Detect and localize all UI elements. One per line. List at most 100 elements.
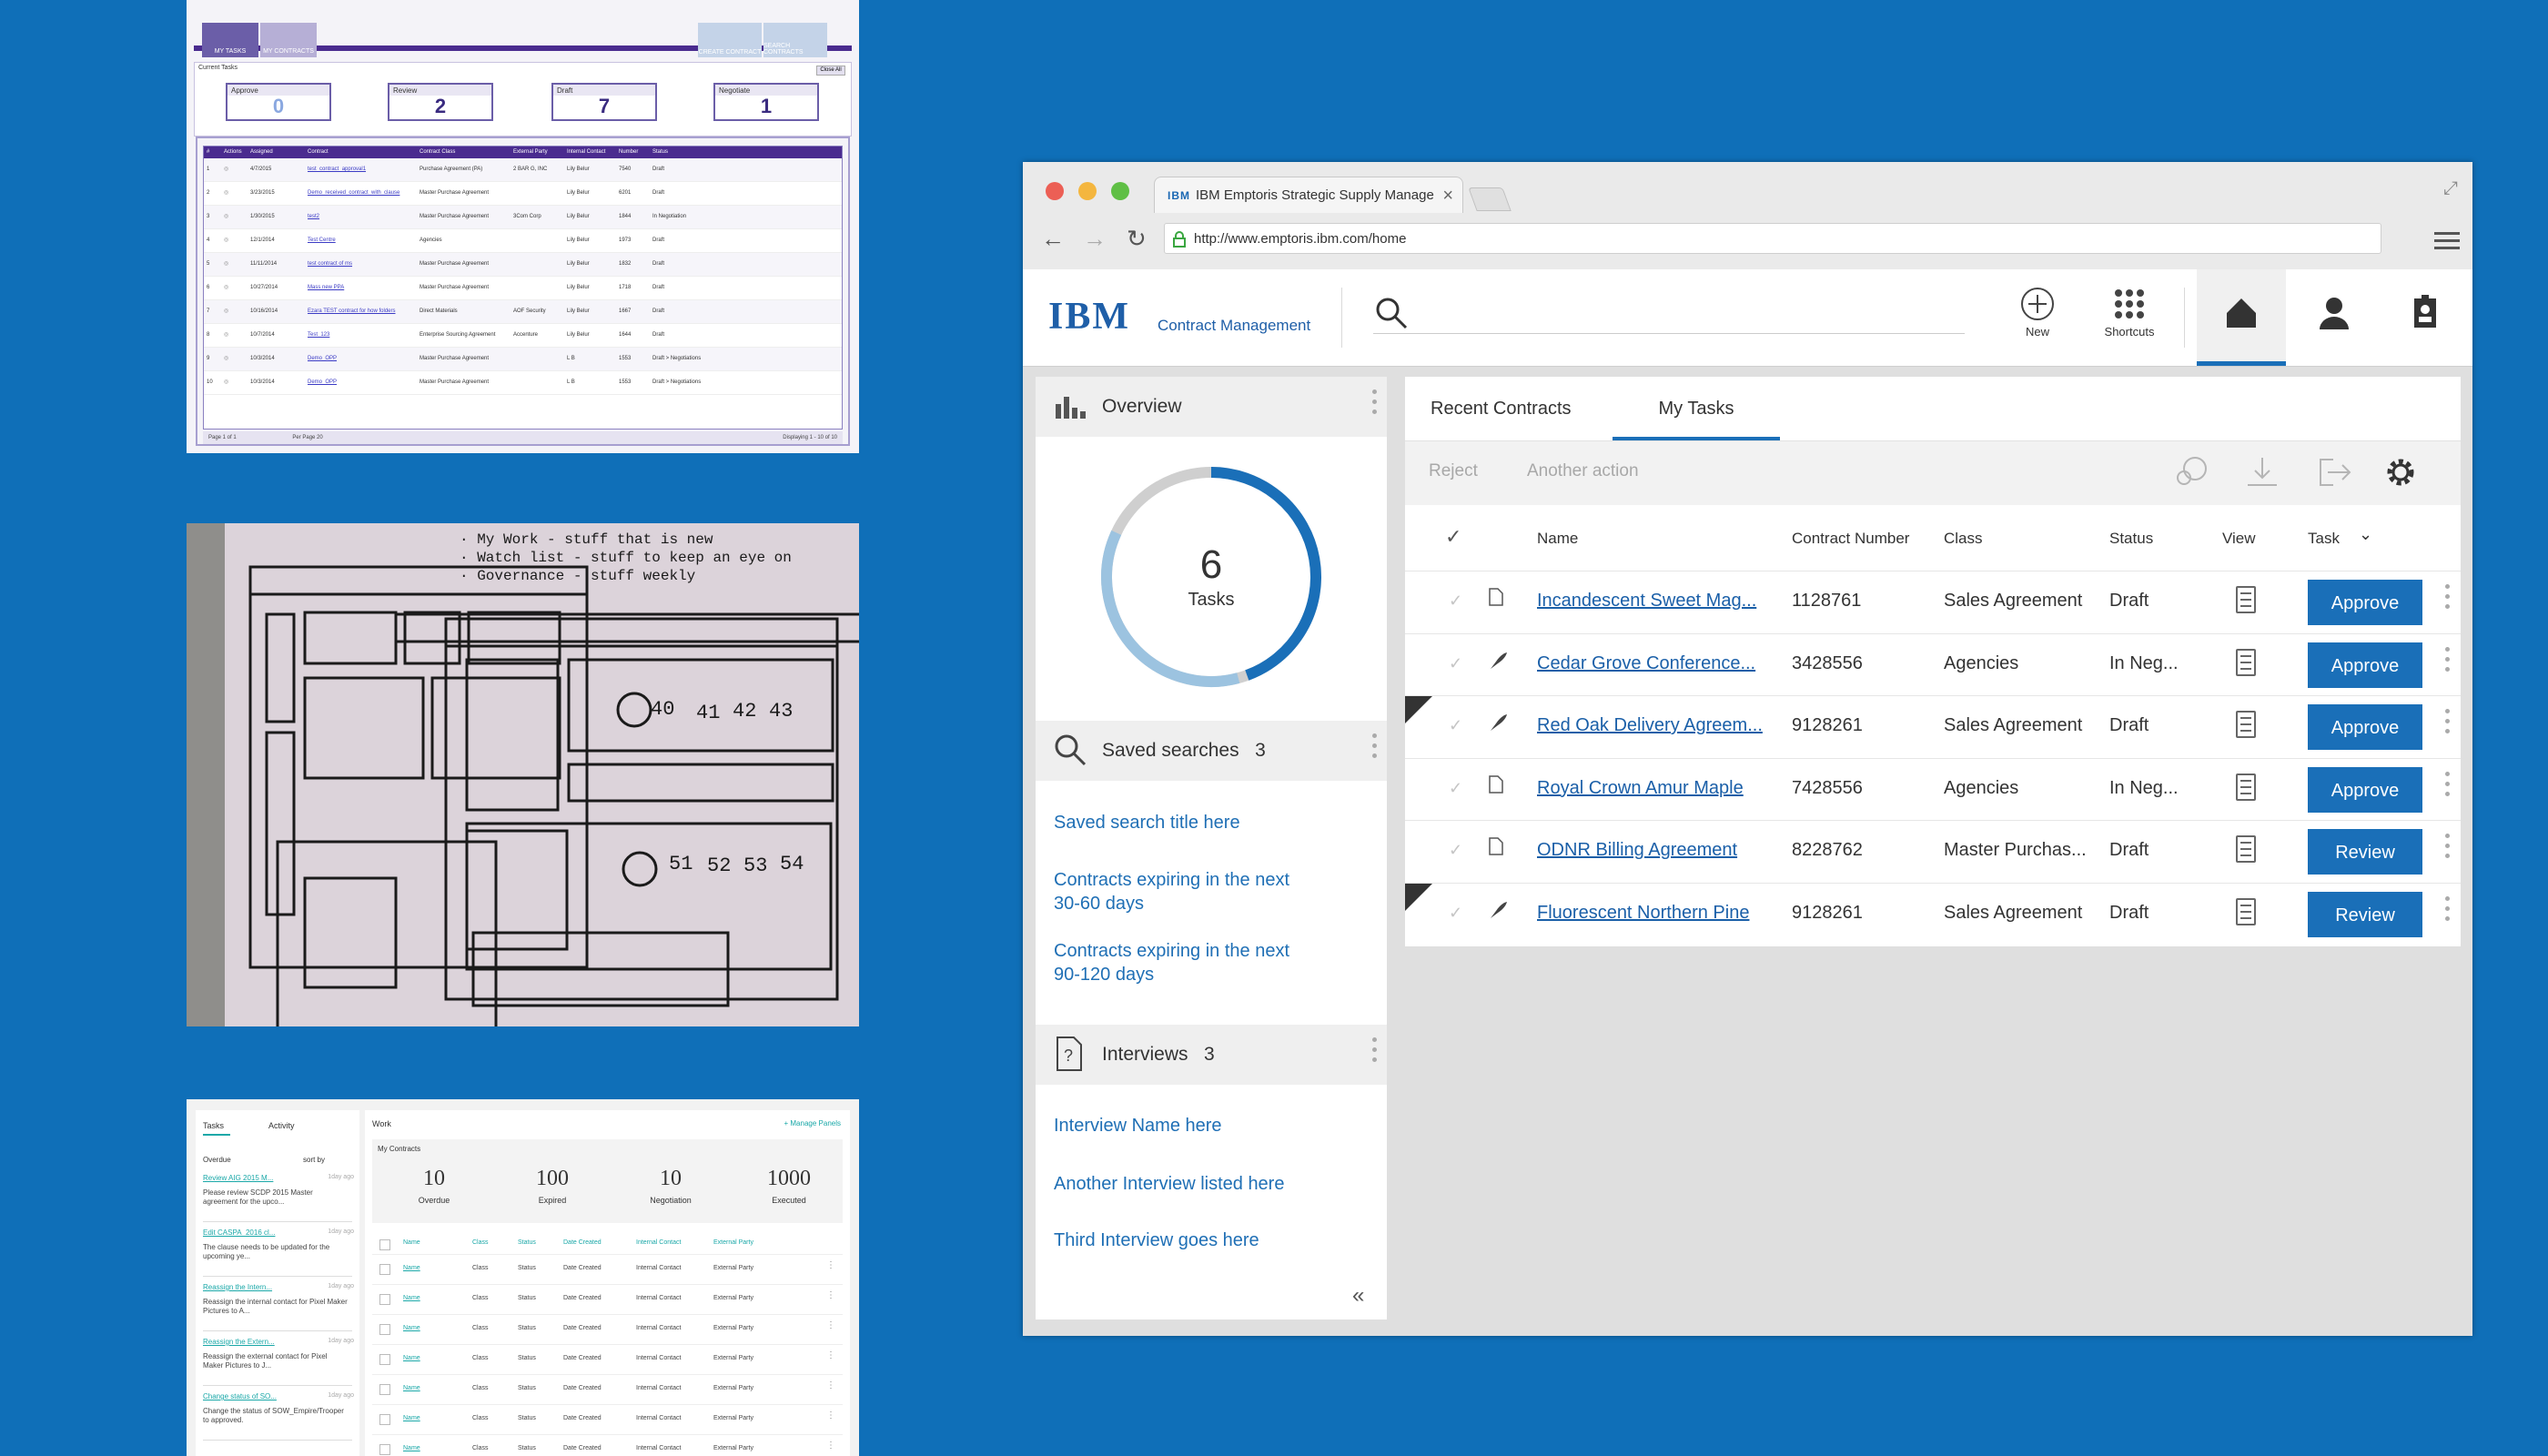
legacy-contract-link[interactable]: Ezara TEST contract for how folders — [305, 300, 417, 323]
contract-name-link[interactable]: Incandescent Sweet Mag... — [1537, 591, 1756, 612]
legacy-actions-icon[interactable]: ◎ — [221, 182, 248, 205]
variant-table-row[interactable]: Name Class Status Date Created Internal Cont… — [372, 1344, 843, 1374]
legacy-col-header[interactable]: Internal Contact — [564, 147, 616, 158]
variant-table-row[interactable]: Name Class Status Date Created Internal Cont… — [372, 1404, 843, 1434]
legacy-table-row[interactable]: 7 ◎ 10/16/2014 Ezara TEST contract for how … — [204, 300, 842, 324]
tab-recent-contracts[interactable]: Recent Contracts — [1431, 377, 1572, 440]
chevron-down-icon[interactable]: ⌄ — [2359, 525, 2372, 544]
view-document-icon[interactable] — [2236, 773, 2256, 801]
legacy-col-header[interactable]: Actions — [221, 147, 248, 158]
task-row[interactable]: ✓ Royal Crown Amur Maple 7428556 Agencies In… — [1405, 757, 2461, 821]
task-row[interactable]: ✓ Cedar Grove Conference... 3428556 Agencie… — [1405, 632, 2461, 696]
task-action-button[interactable]: Approve — [2308, 704, 2422, 751]
legacy-actions-icon[interactable]: ◎ — [221, 253, 248, 276]
legacy-actions-icon[interactable]: ◎ — [221, 277, 248, 299]
row-menu-icon[interactable] — [2445, 834, 2450, 864]
legacy-tab-my-tasks[interactable]: MY TASKS — [202, 23, 258, 57]
legacy-contract-link[interactable]: Demo_received_contract_with_clause — [305, 182, 417, 205]
variant-col-header[interactable]: Internal Contact — [636, 1239, 681, 1246]
contract-name-link[interactable]: Fluorescent Northern Pine — [1537, 903, 1749, 924]
variant-tab-tasks[interactable]: Tasks — [203, 1121, 224, 1130]
legacy-col-header[interactable]: # — [204, 147, 221, 158]
select-all-check-icon[interactable]: ✓ — [1445, 525, 1461, 549]
row-menu-icon[interactable] — [2445, 771, 2450, 802]
variant-table-row[interactable]: Name Class Status Date Created Internal Cont… — [372, 1284, 843, 1314]
legacy-actions-icon[interactable]: ◎ — [221, 300, 248, 323]
home-button[interactable] — [2197, 269, 2286, 366]
variant-col-header[interactable]: Name — [403, 1239, 420, 1246]
legacy-contract-link[interactable]: Test Centre — [305, 229, 417, 252]
variant-table-row[interactable]: Name Class Status Date Created Internal Cont… — [372, 1254, 843, 1284]
variant-row-checkbox[interactable] — [379, 1354, 390, 1365]
legacy-approve-box[interactable]: Approve 0 — [226, 83, 331, 121]
task-row[interactable]: ✓ Red Oak Delivery Agreem... 9128261 Sales … — [1405, 695, 2461, 758]
legacy-contract-link[interactable]: test contract of ms — [305, 253, 417, 276]
task-row[interactable]: ✓ Incandescent Sweet Mag... 1128761 Sales A… — [1405, 571, 2461, 633]
tab-my-tasks[interactable]: My Tasks — [1613, 377, 1780, 440]
variant-name-link[interactable]: Name — [403, 1415, 420, 1421]
contract-name-link[interactable]: Red Oak Delivery Agreem... — [1537, 715, 1763, 736]
row-menu-icon[interactable] — [2445, 896, 2450, 926]
legacy-contract-link[interactable]: Demo_OPP — [305, 348, 417, 370]
variant-table-row[interactable]: Name Class Status Date Created Internal Cont… — [372, 1374, 843, 1404]
interview-link[interactable]: Interview Name here — [1054, 1114, 1222, 1138]
legacy-table-row[interactable]: 2 ◎ 3/23/2015 Demo_received_contract_with_c… — [204, 182, 842, 206]
variant-row-menu-icon[interactable]: ⋮ — [826, 1350, 835, 1360]
col-contract-number[interactable]: Contract Number — [1792, 530, 1909, 548]
overview-menu-icon[interactable] — [1372, 389, 1377, 420]
minimize-window-icon[interactable] — [1078, 182, 1097, 200]
legacy-table-row[interactable]: 6 ◎ 10/27/2014 Mass new PPA Master Purchase … — [204, 277, 842, 300]
back-icon[interactable]: ← — [1041, 225, 1065, 252]
fullscreen-icon[interactable]: ⤢ — [2443, 178, 2458, 199]
legacy-create-contract-button[interactable]: CREATE CONTRACT — [698, 23, 762, 57]
variant-col-header[interactable]: External Party — [713, 1239, 753, 1246]
variant-name-link[interactable]: Name — [403, 1265, 420, 1271]
close-window-icon[interactable] — [1046, 182, 1064, 200]
address-bar[interactable]: http://www.emptoris.ibm.com/home — [1164, 223, 2381, 254]
row-check-icon[interactable]: ✓ — [1449, 841, 1462, 860]
variant-name-link[interactable]: Name — [403, 1355, 420, 1361]
variant-row-menu-icon[interactable]: ⋮ — [826, 1380, 835, 1390]
task-action-button[interactable]: Approve — [2308, 642, 2422, 688]
legacy-actions-icon[interactable]: ◎ — [221, 371, 248, 394]
row-menu-icon[interactable] — [2445, 646, 2450, 677]
task-action-button[interactable]: Review — [2308, 829, 2422, 875]
legacy-per-page[interactable]: Per Page 20 — [292, 435, 322, 440]
legacy-table-row[interactable]: 9 ◎ 10/3/2014 Demo_OPP Master Purchase Agree… — [204, 348, 842, 371]
legacy-contract-link[interactable]: test2 — [305, 206, 417, 228]
legacy-contract-link[interactable]: test_contract_approval1 — [305, 158, 417, 181]
variant-manage-panels[interactable]: + Manage Panels — [784, 1119, 842, 1127]
variant-name-link[interactable]: Name — [403, 1385, 420, 1391]
legacy-draft-box[interactable]: Draft 7 — [551, 83, 657, 121]
row-check-icon[interactable]: ✓ — [1449, 904, 1462, 923]
contract-name-link[interactable]: Cedar Grove Conference... — [1537, 653, 1755, 674]
saved-search-link[interactable]: Saved search title here — [1054, 811, 1240, 834]
new-button[interactable]: New — [2006, 269, 2069, 366]
view-document-icon[interactable] — [2236, 898, 2256, 925]
legacy-table-row[interactable]: 1 ◎ 4/7/2015 test_contract_approval1 Purchas… — [204, 158, 842, 182]
variant-task-link[interactable]: Reassign the Intern... — [203, 1283, 272, 1291]
global-search-input[interactable] — [1373, 293, 1965, 334]
row-menu-icon[interactable] — [2445, 584, 2450, 614]
legacy-contract-link[interactable]: Mass new PPA — [305, 277, 417, 299]
badge-button[interactable] — [2381, 269, 2470, 366]
variant-row-checkbox[interactable] — [379, 1324, 390, 1335]
row-check-icon[interactable]: ✓ — [1449, 716, 1462, 735]
gear-icon[interactable] — [2382, 454, 2419, 490]
collapse-panel-icon[interactable]: « — [1352, 1283, 1364, 1309]
reject-action[interactable]: Reject — [1429, 461, 1478, 481]
legacy-negotiate-box[interactable]: Negotiate 1 — [713, 83, 819, 121]
variant-col-header[interactable]: Class — [472, 1239, 489, 1246]
legacy-table-row[interactable]: 8 ◎ 10/7/2014 Test_123 Enterprise Sourcing A… — [204, 324, 842, 348]
row-menu-icon[interactable] — [2445, 709, 2450, 739]
legacy-search-contracts-button[interactable]: SEARCH CONTRACTS — [763, 23, 827, 57]
variant-row-checkbox[interactable] — [379, 1414, 390, 1425]
variant-table-row[interactable]: Name Class Status Date Created Internal Cont… — [372, 1434, 843, 1456]
contract-name-link[interactable]: ODNR Billing Agreement — [1537, 840, 1737, 861]
variant-col-header[interactable]: Status — [518, 1239, 536, 1246]
variant-row-checkbox[interactable] — [379, 1294, 390, 1305]
variant-row-menu-icon[interactable]: ⋮ — [826, 1260, 835, 1270]
col-task[interactable]: Task — [2308, 530, 2340, 548]
legacy-actions-icon[interactable]: ◎ — [221, 348, 248, 370]
tab-close-icon[interactable]: × — [1442, 177, 1453, 214]
